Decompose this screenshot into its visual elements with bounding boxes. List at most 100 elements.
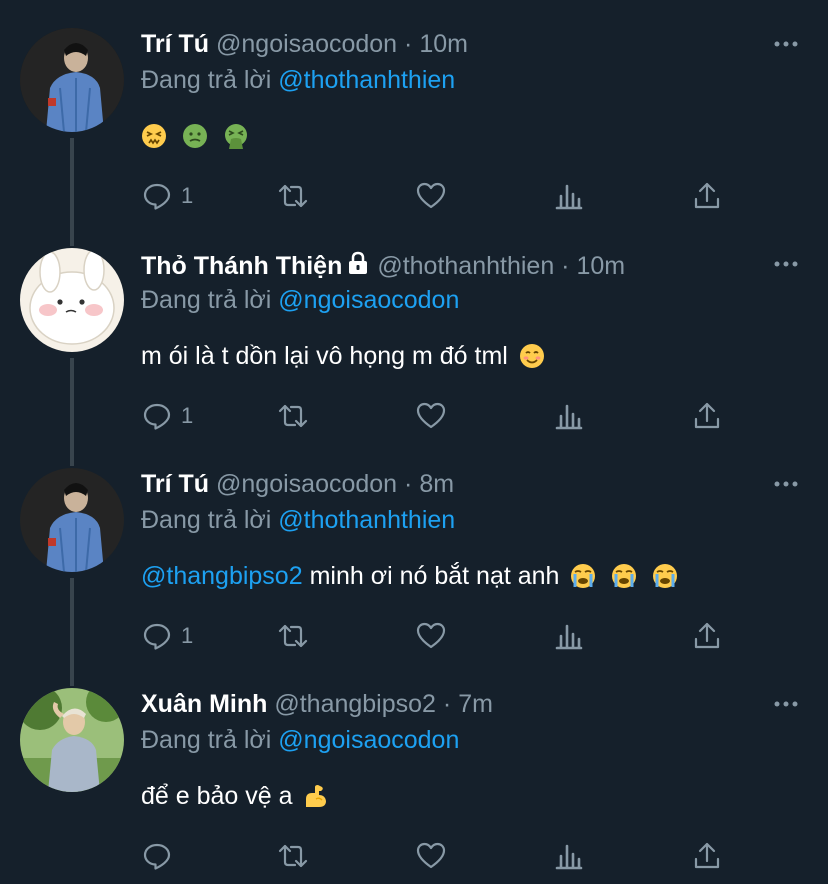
tweet-actions [141, 838, 731, 878]
flexed-biceps-icon [306, 785, 327, 807]
retweet-button[interactable] [277, 618, 309, 654]
tweet-text [141, 122, 257, 151]
loudly-crying-face-icon [571, 564, 596, 588]
avatar[interactable] [20, 248, 124, 352]
reply-button[interactable] [141, 838, 181, 874]
reply-to-mention[interactable]: @thothanhthien [278, 506, 455, 534]
user-handle[interactable]: @thothanhthien [377, 252, 554, 280]
user-handle[interactable]: @ngoisaocodon [216, 30, 397, 58]
reply-count: 1 [181, 183, 194, 208]
retweet-button[interactable] [277, 398, 309, 434]
share-icon [694, 182, 720, 209]
tweet-header: Xuân Minh @thangbipso2 · 7m [141, 690, 493, 719]
more-options-icon[interactable] [774, 40, 798, 48]
reply-button[interactable]: 1 [141, 618, 193, 654]
tweet-header: Trí Tú @ngoisaocodon · 10m [141, 30, 468, 59]
display-name[interactable]: Xuân Minh [141, 690, 267, 718]
reply-to-mention[interactable]: @thothanhthien [278, 66, 455, 94]
share-button[interactable] [691, 398, 723, 434]
share-button[interactable] [691, 178, 723, 214]
display-name[interactable]: Thỏ Thánh Thiện [141, 252, 342, 280]
share-icon [694, 622, 720, 649]
tweet[interactable]: Trí Tú @ngoisaocodon · 10m Đang trả lời … [0, 28, 828, 228]
reply-button[interactable]: 1 [141, 398, 193, 434]
timestamp[interactable]: 8m [419, 470, 454, 498]
tweet-text: @thangbipso2 minh ơi nó bắt nạt anh [141, 562, 686, 591]
replying-to: Đang trả lời @thothanhthien [141, 66, 455, 95]
like-button[interactable] [415, 838, 447, 874]
analytics-button[interactable] [553, 618, 585, 654]
lock-icon [349, 251, 368, 274]
separator-dot: · [404, 470, 413, 498]
retweet-button[interactable] [277, 838, 309, 874]
heart-icon [416, 402, 446, 429]
analytics-button[interactable] [553, 178, 585, 214]
tweet[interactable]: Trí Tú @ngoisaocodon · 8m Đang trả lời @… [0, 468, 828, 668]
tweet[interactable]: Xuân Minh @thangbipso2 · 7m Đang trả lời… [0, 688, 828, 884]
confounded-face-icon [142, 124, 166, 148]
tweet-actions: 1 [141, 398, 731, 438]
tweet-text: m ói là t dồn lại vô họng m đó tml [141, 342, 553, 371]
replying-to: Đang trả lời @ngoisaocodon [141, 286, 459, 315]
reply-to-mention[interactable]: @ngoisaocodon [278, 726, 459, 754]
replying-to-label: Đang trả lời [141, 506, 272, 534]
tweet-text-content: m ói là t dồn lại vô họng m đó tml [141, 342, 508, 370]
loudly-crying-face-icon [612, 564, 637, 588]
timestamp[interactable]: 10m [576, 252, 625, 280]
analytics-button[interactable] [553, 398, 585, 434]
reply-icon [143, 403, 171, 430]
analytics-icon [555, 404, 583, 430]
reply-count: 1 [181, 403, 194, 428]
nauseated-face-icon [182, 124, 207, 148]
tweet-actions: 1 [141, 618, 731, 658]
tweet-header: Thỏ Thánh Thiện @thothanhthien · 10m [141, 250, 625, 281]
separator-dot: · [404, 30, 413, 58]
analytics-icon [555, 844, 583, 870]
avatar[interactable] [20, 468, 124, 572]
avatar[interactable] [20, 28, 124, 132]
retweet-icon [278, 844, 308, 868]
timestamp[interactable]: 7m [458, 690, 493, 718]
reply-to-mention[interactable]: @ngoisaocodon [278, 286, 459, 314]
user-handle[interactable]: @thangbipso2 [274, 690, 436, 718]
avatar[interactable] [20, 688, 124, 792]
reply-icon [143, 183, 171, 210]
timestamp[interactable]: 10m [419, 30, 468, 58]
replying-to-label: Đang trả lời [141, 286, 272, 314]
more-options-icon[interactable] [774, 260, 798, 268]
tweet[interactable]: Thỏ Thánh Thiện @thothanhthien · 10m Đan… [0, 248, 828, 448]
heart-icon [416, 182, 446, 209]
more-options-icon[interactable] [774, 480, 798, 488]
smiling-face-icon [519, 344, 544, 368]
reply-icon [143, 843, 171, 870]
tweet-mention[interactable]: @thangbipso2 [141, 562, 303, 590]
like-button[interactable] [415, 398, 447, 434]
display-name[interactable]: Trí Tú [141, 30, 209, 58]
tweet-text: để e bảo vệ a [141, 782, 337, 811]
retweet-button[interactable] [277, 178, 309, 214]
more-options-icon[interactable] [774, 700, 798, 708]
retweet-icon [278, 184, 308, 208]
share-button[interactable] [691, 838, 723, 874]
share-icon [694, 402, 720, 429]
replying-to: Đang trả lời @thothanhthien [141, 506, 455, 535]
like-button[interactable] [415, 178, 447, 214]
share-button[interactable] [691, 618, 723, 654]
tweet-header: Trí Tú @ngoisaocodon · 8m [141, 470, 454, 499]
loudly-crying-face-icon [653, 564, 678, 588]
analytics-icon [555, 624, 583, 650]
retweet-icon [278, 624, 308, 648]
display-name[interactable]: Trí Tú [141, 470, 209, 498]
analytics-button[interactable] [553, 838, 585, 874]
separator-dot: · [561, 252, 570, 280]
retweet-icon [278, 404, 308, 428]
like-button[interactable] [415, 618, 447, 654]
heart-icon [416, 842, 446, 869]
reply-icon [143, 623, 171, 650]
replying-to-label: Đang trả lời [141, 66, 272, 94]
user-handle[interactable]: @ngoisaocodon [216, 470, 397, 498]
tweet-text-content: để e bảo vệ a [141, 782, 293, 810]
analytics-icon [555, 184, 583, 210]
reply-button[interactable]: 1 [141, 178, 193, 214]
share-icon [694, 842, 720, 869]
